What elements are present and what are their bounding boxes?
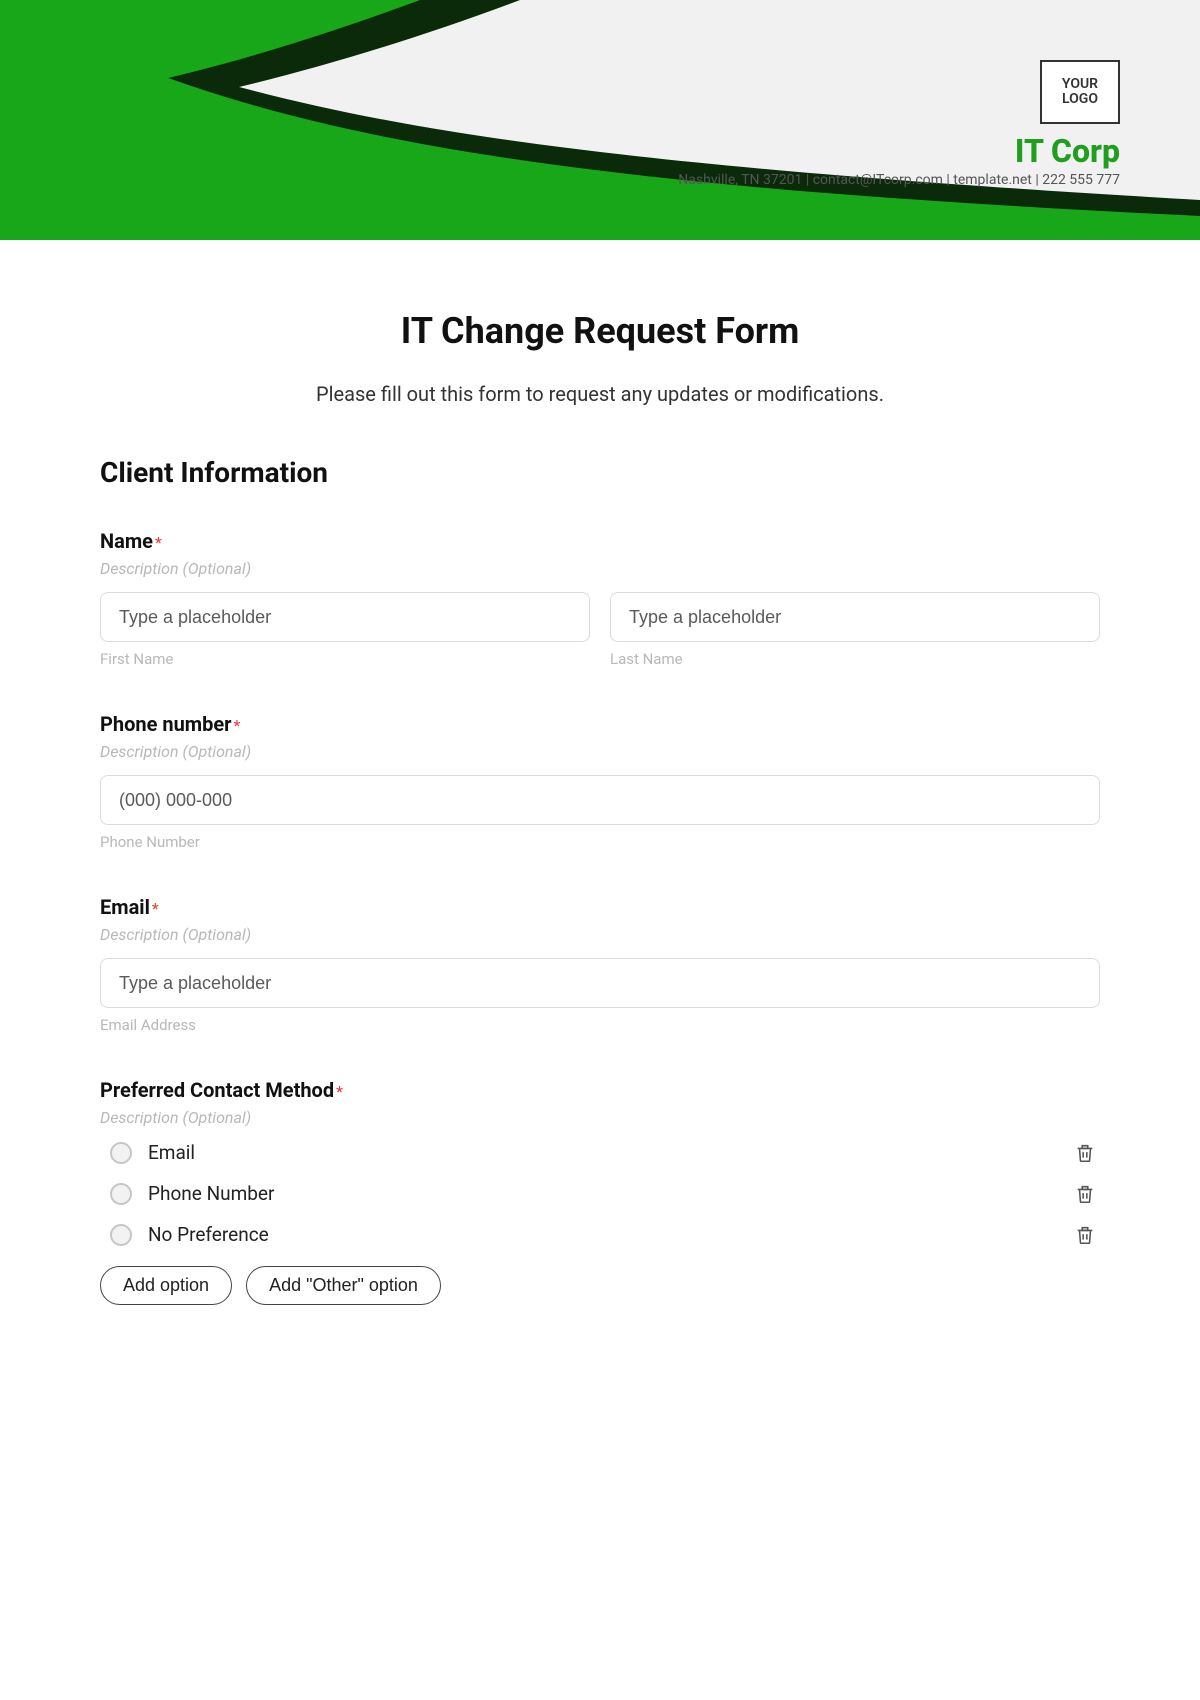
option-email[interactable]: Email: [100, 1141, 1100, 1164]
required-marker: *: [336, 1082, 343, 1101]
form-page: IT Change Request Form Please fill out t…: [0, 240, 1200, 1365]
option-label: Phone Number: [148, 1182, 274, 1205]
phone-description[interactable]: Description (Optional): [100, 742, 1100, 761]
add-other-option-button[interactable]: Add "Other" option: [246, 1266, 441, 1305]
banner-swoosh: [0, 0, 1200, 240]
option-label: Email: [148, 1141, 195, 1164]
first-name-input[interactable]: [100, 592, 590, 642]
radio-icon[interactable]: [110, 1183, 132, 1205]
section-heading-client-info: Client Information: [100, 456, 1100, 489]
trash-icon[interactable]: [1074, 1183, 1096, 1205]
trash-icon[interactable]: [1074, 1224, 1096, 1246]
option-no-preference[interactable]: No Preference: [100, 1223, 1100, 1246]
radio-icon[interactable]: [110, 1224, 132, 1246]
contact-method-label: Preferred Contact Method: [100, 1078, 334, 1102]
required-marker: *: [155, 533, 162, 552]
logo-text: YOUR LOGO: [1062, 77, 1098, 108]
last-name-sublabel: Last Name: [610, 650, 1100, 668]
field-name: Name* Description (Optional) First Name …: [100, 529, 1100, 668]
required-marker: *: [152, 899, 159, 918]
company-name: IT Corp: [1015, 132, 1120, 170]
phone-sublabel: Phone Number: [100, 833, 1100, 851]
header-banner: YOUR LOGO IT Corp Nashville, TN 37201 | …: [0, 0, 1200, 240]
email-description[interactable]: Description (Optional): [100, 925, 1100, 944]
company-contact-line: Nashville, TN 37201 | contact@ITcorp.com…: [678, 172, 1120, 188]
name-label: Name: [100, 529, 153, 553]
email-sublabel: Email Address: [100, 1016, 1100, 1034]
name-description[interactable]: Description (Optional): [100, 559, 1100, 578]
first-name-sublabel: First Name: [100, 650, 590, 668]
phone-input[interactable]: [100, 775, 1100, 825]
email-input[interactable]: [100, 958, 1100, 1008]
last-name-input[interactable]: [610, 592, 1100, 642]
email-label: Email: [100, 895, 150, 919]
contact-method-description[interactable]: Description (Optional): [100, 1108, 1100, 1127]
option-label: No Preference: [148, 1223, 269, 1246]
trash-icon[interactable]: [1074, 1142, 1096, 1164]
option-phone[interactable]: Phone Number: [100, 1182, 1100, 1205]
logo-placeholder: YOUR LOGO: [1040, 60, 1120, 124]
radio-icon[interactable]: [110, 1142, 132, 1164]
field-phone: Phone number* Description (Optional) Pho…: [100, 712, 1100, 851]
field-contact-method: Preferred Contact Method* Description (O…: [100, 1078, 1100, 1305]
field-email: Email* Description (Optional) Email Addr…: [100, 895, 1100, 1034]
add-option-button[interactable]: Add option: [100, 1266, 232, 1305]
contact-method-options: Email Phone Number No Preference: [100, 1141, 1100, 1246]
required-marker: *: [233, 716, 240, 735]
form-subtitle: Please fill out this form to request any…: [100, 382, 1100, 406]
form-title: IT Change Request Form: [100, 310, 1100, 352]
phone-label: Phone number: [100, 712, 231, 736]
